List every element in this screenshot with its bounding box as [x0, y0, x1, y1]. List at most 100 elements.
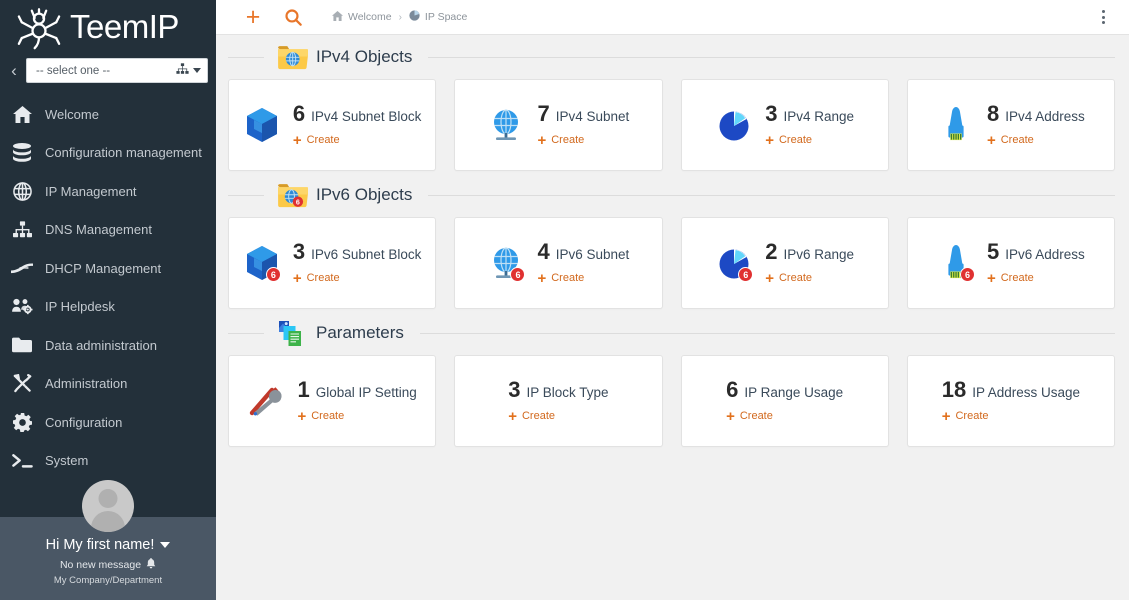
card-ipv6-subnet-block[interactable]: 6 3 IPv6 Subnet Block + Create: [228, 217, 436, 309]
card-ipv6-range[interactable]: 6 2 IPv6 Range + Create: [681, 217, 889, 309]
card-ipv4-address[interactable]: 8 IPv4 Address + Create: [907, 79, 1115, 171]
sidebar-item-data-administration[interactable]: Data administration: [0, 326, 216, 365]
card-label: IP Address Usage: [972, 385, 1080, 400]
create-link[interactable]: + Create: [293, 271, 422, 286]
card-label: IPv4 Range: [783, 109, 854, 124]
sidebar-item-ip-management[interactable]: IP Management: [0, 172, 216, 211]
chevron-left-icon[interactable]: ‹: [6, 61, 22, 81]
create-link[interactable]: + Create: [293, 133, 422, 148]
create-label: Create: [1001, 134, 1034, 146]
ipv6-badge: 6: [266, 267, 281, 282]
brand[interactable]: TeemIP: [0, 0, 216, 52]
topbar: + Welcome ›: [216, 0, 1129, 35]
folder-ipv4-icon: [276, 42, 308, 72]
globe-icon: [10, 180, 34, 202]
create-link[interactable]: + Create: [508, 409, 608, 424]
card-label: IPv6 Address: [1005, 247, 1085, 262]
card-label: IPv6 Subnet: [556, 247, 630, 262]
sidebar-item-administration[interactable]: Administration: [0, 365, 216, 404]
pie-slice-icon: [715, 106, 753, 144]
plus-icon[interactable]: +: [238, 2, 268, 32]
card-label: IPv6 Range: [783, 247, 854, 262]
create-link[interactable]: + Create: [765, 133, 854, 148]
card-ipv4-range[interactable]: 3 IPv4 Range + Create: [681, 79, 889, 171]
card-label: Global IP Setting: [316, 385, 417, 400]
card-ipv6-subnet[interactable]: 6 4 IPv6 Subnet + Create: [454, 217, 662, 309]
card-ipv4-subnet[interactable]: 7 IPv4 Subnet + Create: [454, 79, 662, 171]
sidebar-item-configuration[interactable]: Configuration: [0, 403, 216, 442]
user-avatar-icon: [82, 480, 134, 532]
sidebar-item-label: Administration: [45, 376, 127, 391]
plus-icon: +: [537, 133, 546, 148]
kebab-menu-icon[interactable]: [1091, 4, 1115, 30]
card-ipv6-address[interactable]: 6 5 IPv6 Address + Create: [907, 217, 1115, 309]
sidebar-item-dhcp-management[interactable]: DHCP Management: [0, 249, 216, 288]
sidebar-footer: Hi My first name! No new message My Comp…: [0, 517, 216, 600]
plus-icon: +: [293, 271, 302, 286]
bug-logo-icon: [16, 6, 62, 50]
create-link[interactable]: + Create: [537, 271, 629, 286]
plus-icon: +: [508, 409, 517, 424]
create-link[interactable]: + Create: [297, 409, 416, 424]
sidebar-item-ip-helpdesk[interactable]: IP Helpdesk: [0, 288, 216, 327]
create-link[interactable]: + Create: [726, 409, 843, 424]
card-count: 1: [297, 378, 309, 402]
tools-cross-icon: [247, 382, 285, 420]
card-count: 8: [987, 102, 999, 126]
messages-status-label: No new message: [60, 559, 141, 571]
parameters-pages-icon: [276, 318, 308, 348]
organization-select-value: -- select one --: [36, 65, 176, 77]
create-label: Create: [740, 410, 773, 422]
plus-icon: +: [293, 133, 302, 148]
search-icon[interactable]: [278, 2, 308, 32]
plus-icon: +: [297, 409, 306, 424]
create-link[interactable]: + Create: [987, 133, 1085, 148]
card-count: 3: [508, 378, 520, 402]
create-link[interactable]: + Create: [537, 133, 629, 148]
card-ip-range-usage[interactable]: 6 IP Range Usage + Create: [681, 355, 889, 447]
plus-icon: +: [765, 133, 774, 148]
card-count: 3: [293, 240, 305, 264]
sidebar-item-dns-management[interactable]: DNS Management: [0, 211, 216, 250]
sitemap-icon: [10, 219, 34, 241]
create-link[interactable]: + Create: [987, 271, 1085, 286]
breadcrumb-item-ip-space[interactable]: IP Space: [409, 10, 467, 24]
card-ip-address-usage[interactable]: 18 IP Address Usage + Create: [907, 355, 1115, 447]
card-count: 2: [765, 240, 777, 264]
card-global-ip-setting[interactable]: 1 Global IP Setting + Create: [228, 355, 436, 447]
breadcrumb-item-welcome[interactable]: Welcome: [332, 11, 392, 24]
messages-status[interactable]: No new message: [0, 558, 216, 572]
plus-icon: +: [537, 271, 546, 286]
create-link[interactable]: + Create: [942, 409, 1080, 424]
sidebar-item-welcome[interactable]: Welcome: [0, 95, 216, 134]
card-label: IP Block Type: [526, 385, 608, 400]
sidebar-item-label: DNS Management: [45, 222, 152, 237]
organization-selector-row: ‹ -- select one --: [0, 52, 216, 91]
sidebar-item-label: IP Management: [45, 184, 137, 199]
folder-ipv6-icon: 6: [276, 180, 308, 210]
organization-select[interactable]: -- select one --: [26, 58, 208, 83]
card-row-ipv6: 6 3 IPv6 Subnet Block + Create: [228, 217, 1115, 309]
card-ipv4-subnet-block[interactable]: 6 IPv4 Subnet Block + Create: [228, 79, 436, 171]
card-row-ipv4: 6 IPv4 Subnet Block + Create: [228, 79, 1115, 171]
main-area: + Welcome ›: [216, 0, 1129, 600]
card-label: IPv4 Subnet: [556, 109, 630, 124]
card-count: 6: [726, 378, 738, 402]
plus-icon: +: [987, 271, 996, 286]
sidebar-item-label: IP Helpdesk: [45, 299, 115, 314]
create-link[interactable]: + Create: [765, 271, 854, 286]
bell-icon: [146, 558, 156, 572]
card-count: 4: [537, 240, 549, 264]
create-label: Create: [307, 272, 340, 284]
card-row-parameters: 1 Global IP Setting + Create: [228, 355, 1115, 447]
cube-icon: [243, 106, 281, 144]
sidebar-item-label: Configuration: [45, 415, 122, 430]
sidebar-item-system[interactable]: System: [0, 442, 216, 481]
sidebar-item-label: Configuration management: [45, 145, 202, 160]
avatar[interactable]: [82, 480, 134, 532]
users-cog-icon: [10, 296, 34, 318]
section-title: Parameters: [316, 323, 404, 343]
sidebar-item-configuration-management[interactable]: Configuration management: [0, 134, 216, 173]
card-ip-block-type[interactable]: 3 IP Block Type + Create: [454, 355, 662, 447]
user-greeting-label: Hi My first name!: [46, 537, 155, 553]
